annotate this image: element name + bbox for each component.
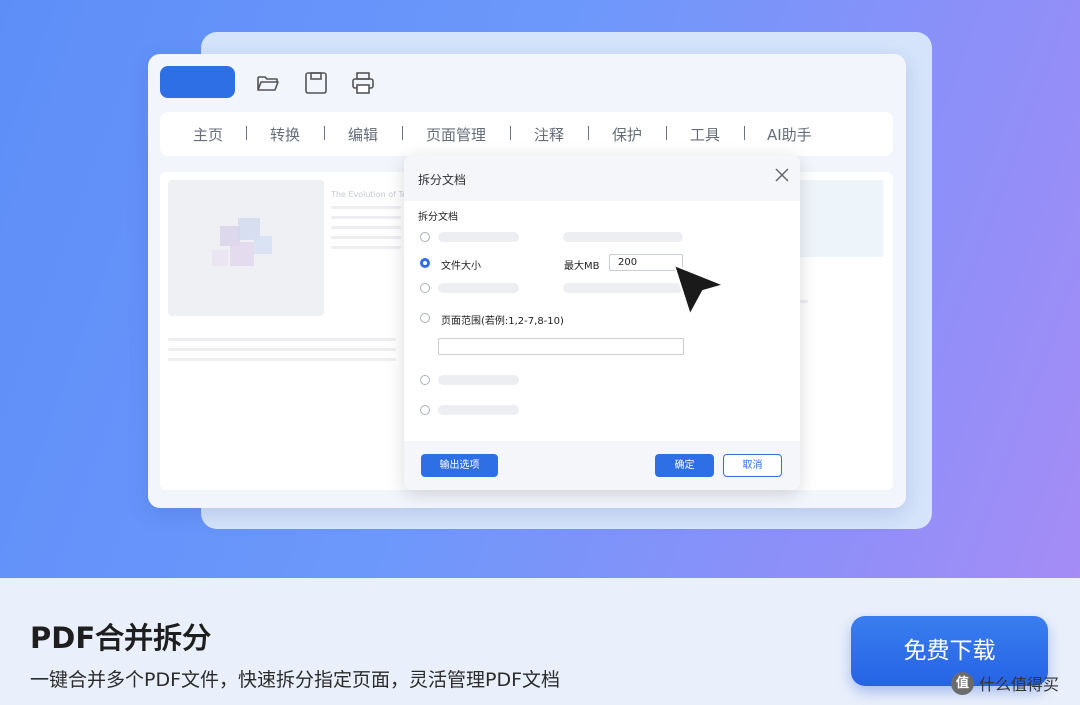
- dialog-header: 拆分文档: [404, 155, 800, 201]
- menu-separator: [588, 126, 589, 140]
- file-size-label: 文件大小: [441, 261, 481, 272]
- menu-item-home[interactable]: 主页: [193, 124, 223, 145]
- text-line: [331, 216, 401, 219]
- option-placeholder: [438, 405, 519, 415]
- radio-option-3[interactable]: [420, 283, 430, 293]
- option-placeholder: [438, 232, 519, 242]
- confirm-button[interactable]: 确定: [655, 454, 714, 477]
- text-line: [331, 236, 401, 239]
- text-line: [331, 246, 401, 249]
- radio-option-1[interactable]: [420, 232, 430, 242]
- menu-separator: [744, 126, 745, 140]
- menu-item-page-management[interactable]: 页面管理: [426, 124, 486, 145]
- page-range-input[interactable]: [438, 338, 684, 355]
- output-options-button[interactable]: 输出选项: [421, 454, 498, 477]
- option-placeholder: [563, 232, 683, 242]
- radio-file-size[interactable]: [420, 258, 430, 268]
- text-line: [168, 338, 396, 341]
- menu-item-protect[interactable]: 保护: [612, 124, 642, 145]
- watermark-text: 什么值得买: [979, 675, 1060, 694]
- text-line: [800, 300, 808, 303]
- feature-title: PDF合并拆分: [30, 621, 212, 655]
- menu-bar: 主页 转换 编辑 页面管理 注释 保护 工具 AI助手: [160, 112, 893, 156]
- app-logo-button[interactable]: [160, 66, 235, 98]
- mouse-pointer-icon: [673, 264, 725, 316]
- menu-separator: [402, 126, 403, 140]
- menu-item-annotate[interactable]: 注释: [534, 124, 564, 145]
- option-placeholder: [438, 375, 519, 385]
- document-title: The Evolution of Te: [331, 190, 407, 199]
- radio-option-5[interactable]: [420, 375, 430, 385]
- section-label: 拆分文档: [418, 212, 458, 223]
- feature-subtitle: 一键合并多个PDF文件，快速拆分指定页面，灵活管理PDF文档: [30, 669, 561, 691]
- menu-item-edit[interactable]: 编辑: [348, 124, 378, 145]
- dialog-title: 拆分文档: [418, 173, 467, 187]
- max-mb-label: 最大MB: [564, 261, 600, 272]
- menu-separator: [510, 126, 511, 140]
- menu-item-ai-assistant[interactable]: AI助手: [767, 124, 812, 145]
- document-side-block: [800, 180, 883, 257]
- save-icon[interactable]: [303, 70, 329, 96]
- page-range-label: 页面范围(若例:1,2-7,8-10): [441, 316, 564, 327]
- hero-banner: 主页 转换 编辑 页面管理 注释 保护 工具 AI助手 The Evolutio…: [0, 0, 1080, 578]
- watermark-logo-icon: 值: [951, 671, 974, 695]
- text-line: [331, 206, 401, 209]
- split-document-dialog: 拆分文档 拆分文档 文件大小 最大MB 200 页面范围(若例:1,2-7,8-…: [404, 155, 800, 490]
- menu-item-convert[interactable]: 转换: [270, 124, 300, 145]
- print-icon[interactable]: [350, 70, 376, 96]
- text-line: [168, 348, 396, 351]
- menu-separator: [246, 126, 247, 140]
- close-icon[interactable]: [772, 165, 792, 185]
- dialog-footer: 输出选项 确定 取消: [404, 441, 800, 490]
- menu-separator: [666, 126, 667, 140]
- document-image: [168, 180, 324, 316]
- option-placeholder: [563, 283, 683, 293]
- cubes-illustration: [212, 218, 272, 266]
- option-placeholder: [438, 283, 519, 293]
- text-line: [168, 358, 396, 361]
- folder-open-icon[interactable]: [255, 70, 281, 96]
- menu-item-tools[interactable]: 工具: [690, 124, 720, 145]
- text-line: [331, 226, 401, 229]
- radio-option-6[interactable]: [420, 405, 430, 415]
- menu-separator: [324, 126, 325, 140]
- radio-page-range[interactable]: [420, 313, 430, 323]
- site-watermark: 值 什么值得买: [951, 670, 1059, 696]
- cancel-button[interactable]: 取消: [723, 454, 782, 477]
